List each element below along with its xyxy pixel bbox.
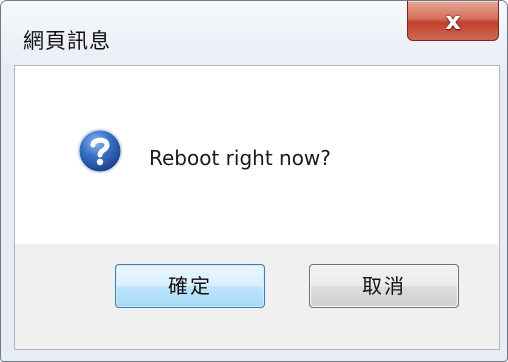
message-area: Reboot right now? bbox=[15, 66, 499, 244]
ok-button[interactable]: 確定 bbox=[115, 264, 265, 308]
dialog-body: Reboot right now? 確定 取消 bbox=[14, 65, 500, 350]
cancel-button[interactable]: 取消 bbox=[309, 264, 459, 308]
dialog-window: 網頁訊息 x Reboot right now? 確定 取消 bbox=[0, 0, 508, 362]
window-title: 網頁訊息 bbox=[23, 29, 111, 53]
close-icon: x bbox=[445, 7, 461, 35]
question-icon bbox=[77, 128, 123, 174]
title-bar[interactable]: 網頁訊息 x bbox=[1, 1, 507, 65]
message-text: Reboot right now? bbox=[149, 146, 331, 170]
close-button[interactable]: x bbox=[407, 1, 499, 41]
